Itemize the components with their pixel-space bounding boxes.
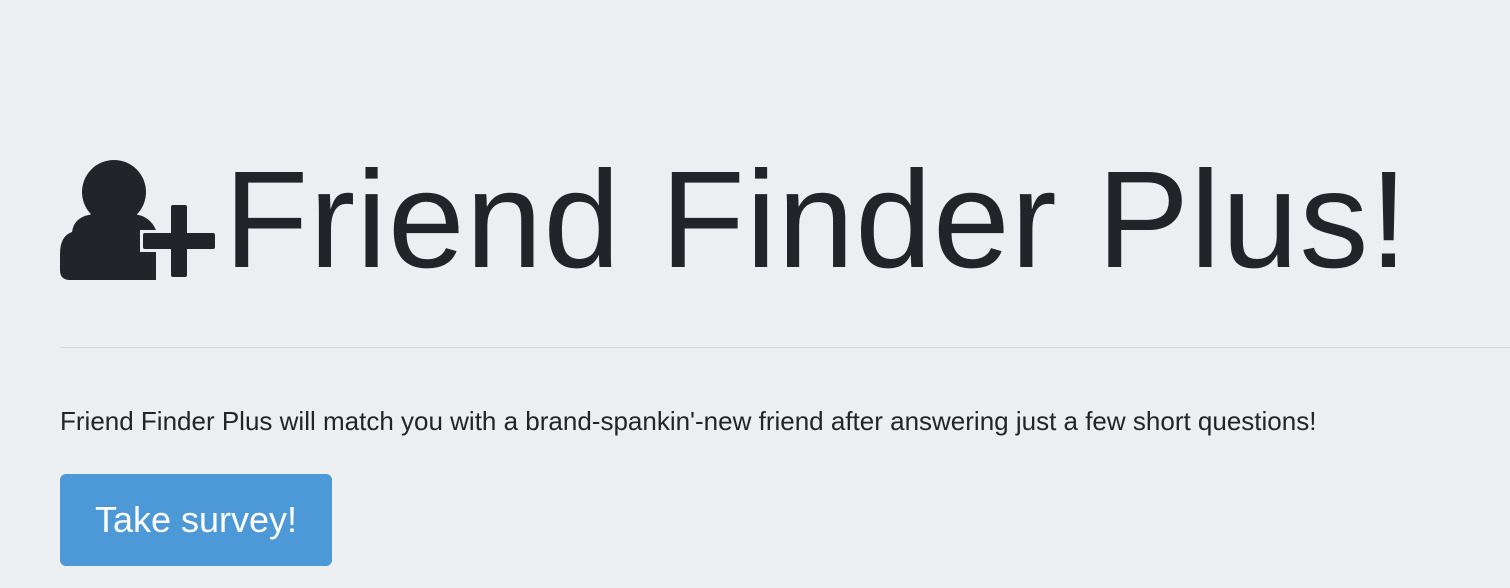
take-survey-button[interactable]: Take survey!	[60, 474, 332, 566]
page-title: Friend Finder Plus!	[224, 143, 1409, 297]
intro-text: Friend Finder Plus will match you with a…	[60, 406, 1317, 436]
jumbotron: Friend Finder Plus! Friend Finder Plus w…	[0, 0, 1510, 588]
user-plus-icon	[60, 160, 218, 280]
page-title-row: Friend Finder Plus!	[60, 150, 1409, 290]
divider	[60, 347, 1510, 348]
